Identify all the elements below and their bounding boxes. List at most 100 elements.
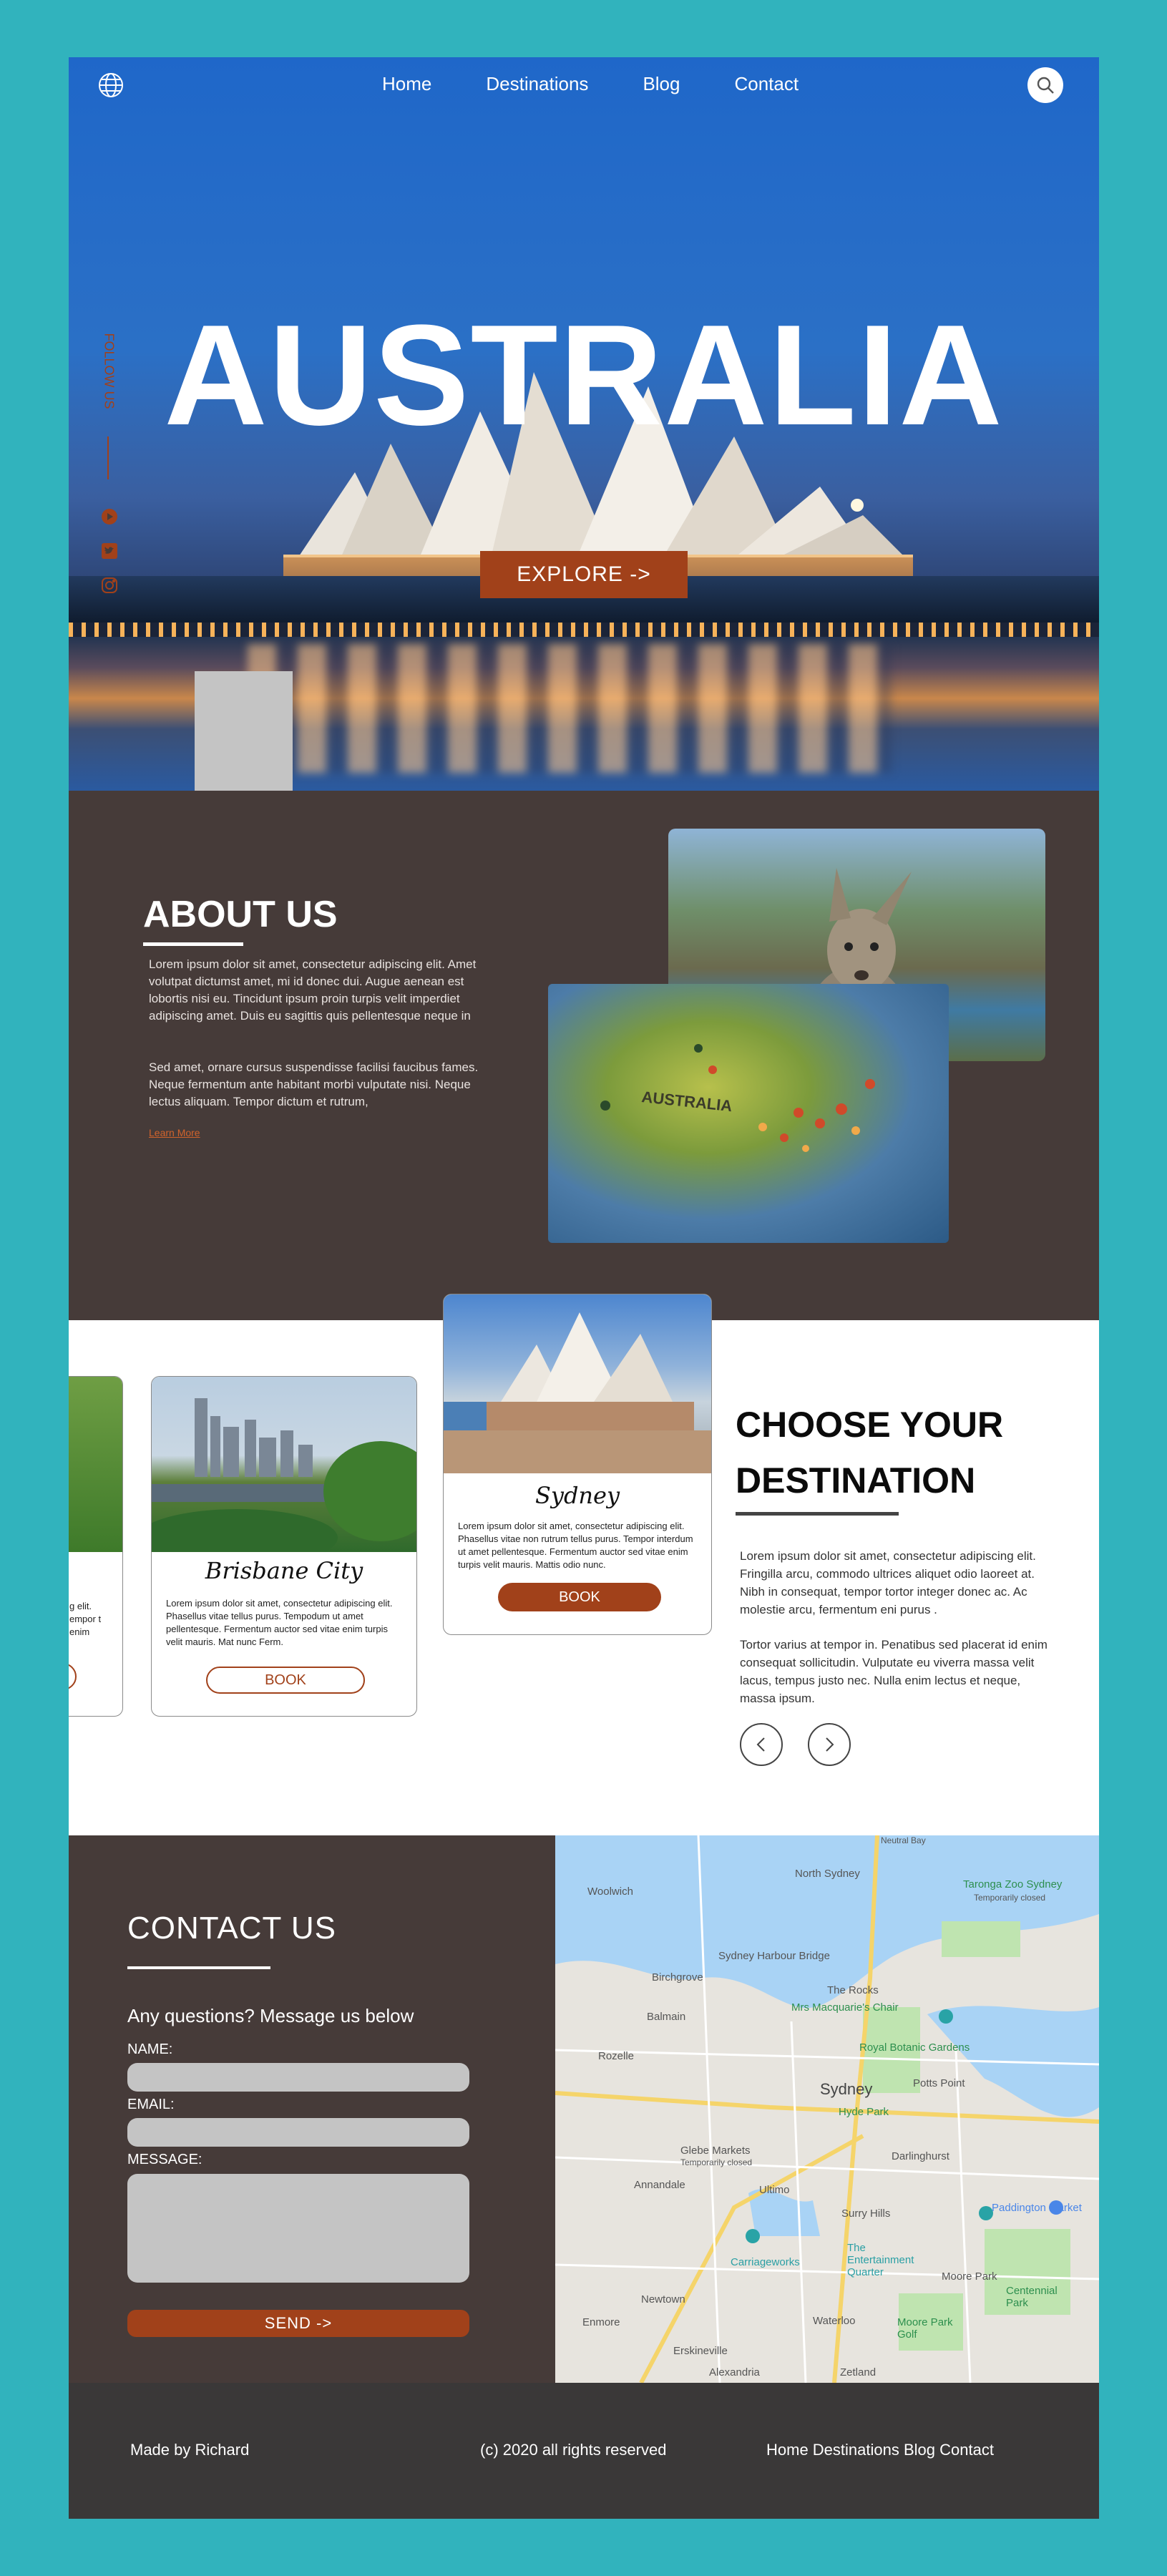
nav-home[interactable]: Home: [382, 73, 431, 95]
next-button[interactable]: [808, 1723, 851, 1766]
hero-title: AUSTRALIA: [164, 296, 1004, 455]
contact-heading: CONTACT US: [127, 1911, 336, 1946]
map-label: Moore Park: [942, 2270, 997, 2283]
sydney-photo: [444, 1294, 711, 1473]
destination-paragraph-1: Lorem ipsum dolor sit amet, consectetur …: [740, 1549, 1036, 1616]
about-paragraph-1: Lorem ipsum dolor sit amet, consectetur …: [149, 957, 477, 1023]
map-label: Alexandria: [709, 2366, 760, 2379]
footer-links[interactable]: Home Destinations Blog Contact: [766, 2441, 994, 2459]
nav-contact[interactable]: Contact: [734, 73, 799, 95]
destination-paragraph-2: Tortor varius at tempor in. Penatibus se…: [740, 1638, 1048, 1705]
footer: Made by Richard (c) 2020 all rights rese…: [69, 2383, 1099, 2519]
map-label: Sydney: [820, 2080, 873, 2098]
instagram-icon[interactable]: [101, 577, 118, 594]
globe-icon[interactable]: [97, 72, 124, 99]
page: AUSTRALIA EXPLORE -> Home Destinations B…: [69, 57, 1099, 2519]
map-label: Darlinghurst: [892, 2150, 949, 2162]
map-label: Ultimo: [759, 2184, 790, 2196]
card-title: Brisbane City: [205, 1557, 363, 1584]
destination-card-partial[interactable]: g elit. empor t enim: [69, 1376, 123, 1717]
message-field[interactable]: [127, 2174, 469, 2283]
map-label: Newtown: [641, 2293, 685, 2306]
card-title: Sydney: [534, 1482, 620, 1509]
city-lights: [69, 623, 1099, 637]
map-label: Paddington Market: [992, 2202, 1082, 2214]
map-label: Taronga Zoo Sydney: [963, 1878, 1063, 1890]
card-text: g elit. empor t enim: [69, 1601, 102, 1637]
previous-button[interactable]: [740, 1723, 783, 1766]
follow-us-label: FOLLOW US: [102, 333, 117, 409]
destination-heading-line-1: CHOOSE YOUR: [736, 1405, 1004, 1445]
top-nav: Home Destinations Blog Contact: [69, 57, 1099, 114]
map-label: The Entertainment Quarter: [847, 2242, 914, 2278]
map-label: The Rocks: [827, 1984, 879, 1996]
map-label: Balmain: [647, 2011, 686, 2023]
learn-more-link[interactable]: Learn More: [149, 1127, 200, 1138]
map-photo-label: AUSTRALIA: [640, 1088, 733, 1115]
map-label: Birchgrove: [652, 1971, 703, 1984]
map-label: Mrs Macquarie's Chair: [791, 2001, 899, 2014]
about-underline: [143, 942, 243, 946]
explore-button[interactable]: EXPLORE ->: [480, 551, 688, 598]
footer-credit: Made by Richard: [130, 2441, 250, 2459]
name-field[interactable]: [127, 2063, 469, 2092]
email-field[interactable]: [127, 2118, 469, 2147]
destination-card-brisbane[interactable]: Brisbane City Lorem ipsum dolor sit amet…: [151, 1376, 417, 1717]
message-label: MESSAGE:: [127, 2152, 202, 2167]
map-label: Royal Botanic Gardens: [859, 2041, 970, 2054]
map-label: Surry Hills: [841, 2207, 891, 2220]
contact-prompt: Any questions? Message us below: [127, 2005, 414, 2026]
chevron-left-icon: [756, 1737, 765, 1752]
nav-blog[interactable]: Blog: [643, 73, 680, 95]
map-label: Woolwich: [587, 1885, 633, 1898]
australia-map-photo: AUSTRALIA: [548, 984, 949, 1243]
social-links: FOLLOW US: [94, 329, 122, 608]
book-button[interactable]: BOOK: [498, 1583, 661, 1611]
map-label: Temporarily closed: [680, 2157, 753, 2167]
brisbane-photo: [152, 1377, 416, 1566]
map-label: Glebe Markets: [680, 2145, 751, 2157]
map-label: Erskineville: [673, 2345, 728, 2357]
map-label: Neutral Bay: [881, 1835, 926, 1845]
water-reflection: [248, 644, 892, 773]
destination-heading-line-2: DESTINATION: [736, 1460, 976, 1501]
destination-heading: CHOOSE YOUR DESTINATION: [736, 1397, 1065, 1508]
map-label: Carriageworks: [731, 2256, 800, 2268]
map-label: Potts Point: [913, 2077, 965, 2089]
map[interactable]: Woolwich North Sydney Taronga Zoo Sydney…: [555, 1835, 1099, 2383]
map-label: Centennial Park: [1006, 2285, 1058, 2309]
nav-links: Home Destinations Blog Contact: [382, 73, 799, 95]
social-divider: [107, 436, 109, 479]
map-label: Annandale: [634, 2179, 685, 2191]
card-photo: [69, 1377, 122, 1552]
contact-section: CONTACT US Any questions? Message us bel…: [69, 1835, 555, 2383]
footer-copyright: (c) 2020 all rights reserved: [480, 2441, 667, 2459]
map-label: Sydney Harbour Bridge: [718, 1950, 830, 1962]
map-label: Hyde Park: [839, 2106, 889, 2118]
contact-underline: [127, 1966, 270, 1969]
card-text: Lorem ipsum dolor sit amet, consectetur …: [458, 1521, 693, 1570]
map-label: Moore Park Golf: [897, 2316, 953, 2341]
book-button[interactable]: [69, 1663, 77, 1690]
map-label: Zetland: [840, 2366, 877, 2379]
about-paragraph-2: Sed amet, ornare cursus suspendisse faci…: [149, 1060, 479, 1108]
twitter-icon[interactable]: [101, 542, 118, 560]
map-label: Temporarily closed: [974, 1893, 1046, 1903]
name-label: NAME:: [127, 2041, 173, 2057]
email-label: EMAIL:: [127, 2097, 175, 2112]
chevron-right-icon: [826, 1737, 834, 1752]
destination-underline: [736, 1512, 899, 1516]
card-text: Lorem ipsum dolor sit amet, consectetur …: [166, 1598, 393, 1647]
nav-destinations[interactable]: Destinations: [486, 73, 588, 95]
search-button[interactable]: [1027, 67, 1063, 103]
map-label: Enmore: [582, 2316, 620, 2328]
map-label: Rozelle: [598, 2050, 635, 2062]
youtube-icon[interactable]: [101, 508, 118, 525]
map-label: North Sydney: [795, 1868, 860, 1880]
send-button[interactable]: SEND ->: [127, 2310, 469, 2337]
book-button[interactable]: BOOK: [206, 1667, 365, 1694]
map-label: Waterloo: [813, 2315, 856, 2327]
about-heading: ABOUT US: [143, 894, 338, 935]
search-icon: [1037, 77, 1054, 94]
destination-card-sydney[interactable]: Sydney Lorem ipsum dolor sit amet, conse…: [443, 1294, 712, 1635]
